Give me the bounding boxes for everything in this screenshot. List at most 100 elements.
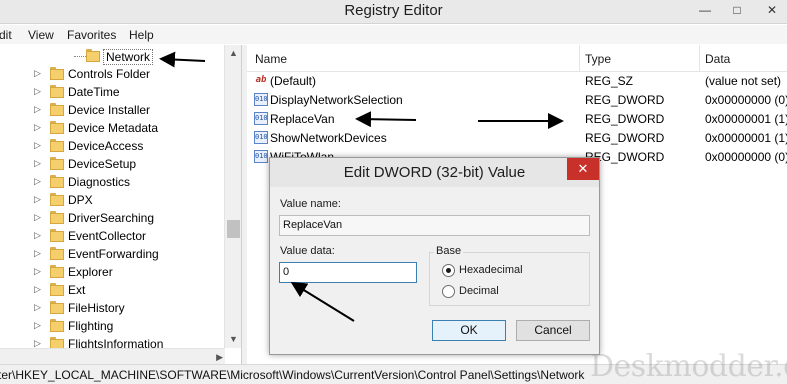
value-row[interactable]: 010 ReplaceVan REG_DWORD 0x00000001 (1) (247, 109, 787, 128)
tree-item-label: EventForwarding (68, 247, 159, 261)
cancel-button[interactable]: Cancel (516, 320, 590, 341)
value-data: 0x00000000 (0) (705, 93, 787, 107)
expand-chevron-icon[interactable]: ▷ (34, 194, 41, 205)
ok-button[interactable]: OK (432, 320, 506, 341)
expand-chevron-icon[interactable]: ▷ (34, 158, 41, 169)
column-name[interactable]: Name (255, 52, 287, 66)
registry-tree[interactable]: Network ▷ Controls Folder ▷ DateTime ▷ Device… (0, 45, 242, 364)
tree-item-label: Network (103, 49, 154, 65)
hexadecimal-radio[interactable] (442, 264, 455, 277)
folder-icon (50, 67, 64, 80)
value-name: ShowNetworkDevices (270, 131, 387, 145)
decimal-label: Decimal (459, 285, 499, 297)
folder-icon (50, 121, 64, 134)
column-type[interactable]: Type (585, 52, 611, 66)
folder-icon (50, 157, 64, 170)
dialog-title-bar: Edit DWORD (32-bit) Value (270, 158, 599, 187)
tree-vertical-scrollbar[interactable]: ▲ ▼ (224, 45, 241, 348)
menu-favorites[interactable]: Favorites (67, 28, 116, 42)
tree-item[interactable]: ▷ Ext (0, 281, 225, 299)
expand-chevron-icon[interactable]: ▷ (34, 230, 41, 241)
tree-item[interactable]: ▷ Device Metadata (0, 119, 225, 137)
menu-edit[interactable]: dit (0, 28, 12, 42)
menu-view[interactable]: View (28, 28, 54, 42)
expand-chevron-icon[interactable]: ▷ (34, 248, 41, 259)
value-row[interactable]: 010 ShowNetworkDevices REG_DWORD 0x00000001… (247, 128, 787, 147)
string-value-icon: ab (255, 75, 267, 85)
tree-item[interactable]: ▷ DriverSearching (0, 209, 225, 227)
tree-item[interactable]: ▷ DPX (0, 191, 225, 209)
tree-item-network[interactable]: Network (0, 47, 225, 65)
tree-item-label: Controls Folder (68, 67, 151, 81)
folder-icon (50, 319, 64, 332)
window-title: Registry Editor (344, 2, 443, 19)
menu-help[interactable]: Help (129, 28, 154, 42)
scroll-up-arrow-icon[interactable]: ▲ (225, 45, 242, 62)
value-type: REG_DWORD (585, 131, 665, 145)
decimal-radio[interactable] (442, 285, 455, 298)
menu-bar: dit View Favorites Help (0, 25, 787, 44)
value-row[interactable]: ab (Default) REG_SZ (value not set) (247, 71, 787, 90)
list-header: Name Type Data (247, 45, 787, 72)
scroll-right-arrow-icon[interactable]: ▶ (216, 349, 223, 365)
tree-item[interactable]: ▷ EventCollector (0, 227, 225, 245)
tree-horizontal-scrollbar[interactable]: ▶ (0, 348, 225, 364)
tree-item[interactable]: ▷ Explorer (0, 263, 225, 281)
value-data: 0x00000001 (1) (705, 112, 787, 126)
expand-chevron-icon[interactable]: ▷ (34, 284, 41, 295)
value-type: REG_DWORD (585, 112, 665, 126)
close-button[interactable]: ✕ (757, 0, 787, 22)
expand-chevron-icon[interactable]: ▷ (34, 176, 41, 187)
minimize-button[interactable]: — (690, 0, 720, 22)
scroll-down-arrow-icon[interactable]: ▼ (225, 331, 242, 348)
tree-item[interactable]: ▷ DeviceAccess (0, 137, 225, 155)
expand-chevron-icon[interactable]: ▷ (34, 266, 41, 277)
expand-chevron-icon[interactable]: ▷ (34, 320, 41, 331)
scroll-thumb[interactable] (227, 220, 240, 238)
folder-icon (50, 193, 64, 206)
value-name: DisplayNetworkSelection (270, 93, 403, 107)
folder-icon (50, 139, 64, 152)
expand-chevron-icon[interactable]: ▷ (34, 302, 41, 313)
folder-icon (50, 103, 64, 116)
tree-item-label: DeviceSetup (68, 157, 137, 171)
tree-item-label: Flighting (68, 319, 114, 333)
tree-item[interactable]: ▷ Device Installer (0, 101, 225, 119)
tree-item[interactable]: ▷ DateTime (0, 83, 225, 101)
expand-chevron-icon[interactable]: ▷ (34, 68, 41, 79)
maximize-button[interactable]: □ (722, 0, 752, 22)
tree-item[interactable]: ▷ Diagnostics (0, 173, 225, 191)
expand-chevron-icon[interactable]: ▷ (34, 140, 41, 151)
expand-chevron-icon[interactable]: ▷ (34, 122, 41, 133)
folder-icon (50, 265, 64, 278)
column-data[interactable]: Data (705, 52, 730, 66)
tree-item-label: FileHistory (68, 301, 125, 315)
folder-icon (50, 247, 64, 260)
tree-item[interactable]: ▷ EventForwarding (0, 245, 225, 263)
tree-item[interactable]: ▷ Controls Folder (0, 65, 225, 83)
value-type: REG_DWORD (585, 93, 665, 107)
dword-value-icon: 010 (254, 150, 268, 163)
dialog-close-button[interactable]: ✕ (567, 158, 599, 180)
tree-item[interactable]: ▷ Flighting (0, 317, 225, 335)
tree-item-label: EventCollector (68, 229, 147, 243)
value-data-input[interactable]: 0 (279, 262, 417, 283)
folder-icon (50, 229, 64, 242)
value-row[interactable]: 010 DisplayNetworkSelection REG_DWORD 0x000… (247, 90, 787, 109)
tree-item-label: DriverSearching (68, 211, 155, 225)
dword-value-icon: 010 (254, 131, 268, 144)
dialog-title: Edit DWORD (32-bit) Value (343, 164, 526, 181)
tree-item[interactable]: ▷ FileHistory (0, 299, 225, 317)
tree-item-label: Ext (68, 283, 86, 297)
folder-icon (50, 85, 64, 98)
expand-chevron-icon[interactable]: ▷ (34, 212, 41, 223)
base-group (429, 252, 590, 306)
folder-icon (50, 175, 64, 188)
tree-item-label: DeviceAccess (68, 139, 144, 153)
tree-item[interactable]: ▷ DeviceSetup (0, 155, 225, 173)
folder-icon (50, 211, 64, 224)
expand-chevron-icon[interactable]: ▷ (34, 104, 41, 115)
expand-chevron-icon[interactable]: ▷ (34, 86, 41, 97)
tree-item-label: Explorer (68, 265, 113, 279)
tree-item-label: Device Installer (68, 103, 151, 117)
